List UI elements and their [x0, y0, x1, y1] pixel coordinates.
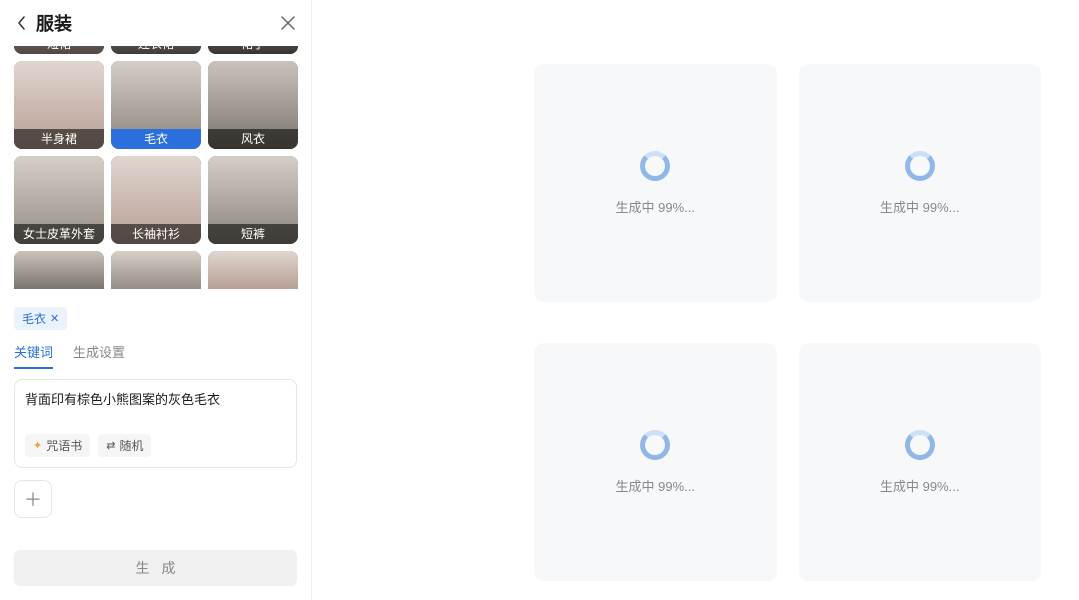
category-thumb[interactable]: 长袖衬衫	[111, 156, 201, 244]
result-card: 生成中 99%...	[799, 64, 1042, 302]
thumb-label: 长袖衬衫	[111, 224, 201, 244]
result-card: 生成中 99%...	[534, 64, 777, 302]
category-thumb[interactable]: 风衣	[208, 61, 298, 149]
category-thumb-selected[interactable]: 毛衣	[111, 61, 201, 149]
thumb-label: 短裙	[14, 46, 104, 54]
tag-label: 毛衣	[22, 310, 46, 327]
result-card: 生成中 99%...	[799, 343, 1042, 581]
random-button[interactable]: ⇄ 随机	[98, 434, 151, 457]
tab-keywords[interactable]: 关键词	[14, 342, 53, 369]
status-text: 生成中 99%...	[880, 476, 959, 495]
thumb-label: 半身裙	[14, 129, 104, 149]
result-grid: 生成中 99%... 生成中 99%... 生成中 99%... 生成中 99%…	[534, 64, 1041, 600]
status-text: 生成中 99%...	[616, 197, 695, 216]
spinner-icon	[640, 151, 670, 181]
sidebar: 服装 短裙 连衣裙 裙子 半身裙 毛衣 风衣 女士皮革外套 长袖衬衫 短裤 毛衣…	[0, 0, 312, 600]
spellbook-label: 咒语书	[46, 437, 82, 454]
thumb-label: 连衣裙	[111, 46, 201, 54]
tag-remove-icon[interactable]: ✕	[50, 312, 59, 325]
tag-chip[interactable]: 毛衣 ✕	[14, 307, 67, 330]
category-thumb[interactable]: 半身裙	[14, 61, 104, 149]
spinner-icon	[905, 430, 935, 460]
status-text: 生成中 99%...	[616, 476, 695, 495]
category-thumb[interactable]	[208, 251, 298, 289]
back-icon[interactable]	[14, 15, 30, 31]
thumb-label: 风衣	[208, 129, 298, 149]
category-thumb[interactable]: 裙子	[208, 46, 298, 54]
spinner-icon	[640, 430, 670, 460]
random-label: 随机	[119, 437, 143, 454]
spinner-icon	[905, 151, 935, 181]
prompt-text[interactable]: 背面印有棕色小熊图案的灰色毛衣	[25, 390, 286, 414]
add-button[interactable]: ＋	[14, 480, 52, 518]
category-thumb[interactable]	[111, 251, 201, 289]
plus-icon: ＋	[24, 486, 42, 512]
sparkle-icon: ✦	[33, 439, 42, 452]
result-card: 生成中 99%...	[534, 343, 777, 581]
category-thumb[interactable]: 女士皮革外套	[14, 156, 104, 244]
prompt-box: 背面印有棕色小熊图案的灰色毛衣 ✦ 咒语书 ⇄ 随机	[14, 379, 297, 468]
tabs: 关键词 生成设置	[0, 336, 311, 369]
tab-settings[interactable]: 生成设置	[73, 342, 125, 369]
shuffle-icon: ⇄	[106, 439, 115, 452]
status-text: 生成中 99%...	[880, 197, 959, 216]
category-thumb[interactable]: 短裙	[14, 46, 104, 54]
category-grid: 短裙 连衣裙 裙子 半身裙 毛衣 风衣 女士皮革外套 长袖衬衫 短裤	[0, 46, 311, 299]
main-content: 生成中 99%... 生成中 99%... 生成中 99%... 生成中 99%…	[312, 0, 1079, 600]
generate-area: 生成	[0, 540, 311, 600]
header-left: 服装	[14, 10, 72, 36]
spellbook-button[interactable]: ✦ 咒语书	[25, 434, 90, 457]
page-title: 服装	[36, 10, 72, 36]
close-icon[interactable]	[279, 14, 297, 32]
thumb-label: 女士皮革外套	[14, 224, 104, 244]
sidebar-header: 服装	[0, 0, 311, 46]
category-thumb[interactable]	[14, 251, 104, 289]
category-thumb[interactable]: 连衣裙	[111, 46, 201, 54]
prompt-actions: ✦ 咒语书 ⇄ 随机	[25, 434, 286, 457]
generate-button[interactable]: 生成	[14, 550, 297, 586]
selected-tags: 毛衣 ✕	[0, 299, 311, 336]
thumb-label: 裙子	[208, 46, 298, 54]
category-thumb[interactable]: 短裤	[208, 156, 298, 244]
thumb-label: 毛衣	[111, 129, 201, 149]
thumb-label: 短裤	[208, 224, 298, 244]
